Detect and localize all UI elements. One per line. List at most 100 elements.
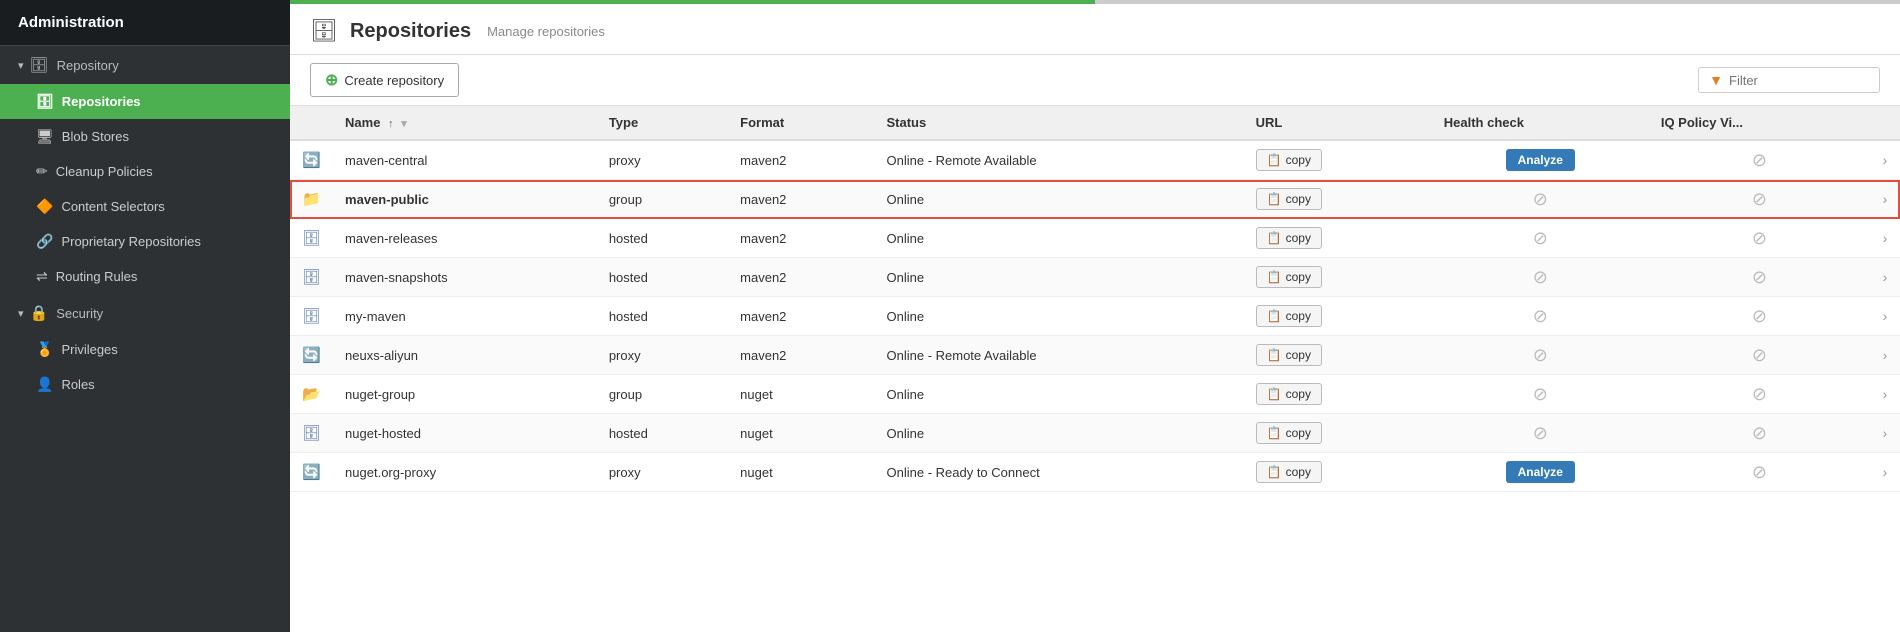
- col-header-name[interactable]: Name ↑ ▾: [333, 106, 597, 140]
- row-health-cell[interactable]: Analyze: [1432, 453, 1649, 492]
- row-name-cell[interactable]: maven-snapshots: [333, 258, 597, 297]
- row-health-cell[interactable]: ⊘: [1432, 336, 1649, 375]
- row-name-cell[interactable]: maven-releases: [333, 219, 597, 258]
- row-icon-cell: 🔄: [290, 336, 333, 375]
- row-status-cell: Online: [875, 219, 1244, 258]
- sidebar-section-security[interactable]: ▾ 🔒 Security: [0, 294, 290, 332]
- copy-url-button[interactable]: 📋 copy: [1256, 305, 1322, 327]
- sidebar-item-routing-rules[interactable]: ⇌ Routing Rules: [0, 259, 290, 294]
- row-url-cell[interactable]: 📋 copy: [1244, 140, 1432, 180]
- row-type-cell: group: [597, 180, 728, 219]
- row-format-cell: nuget: [728, 453, 874, 492]
- row-url-cell[interactable]: 📋 copy: [1244, 414, 1432, 453]
- row-expand-icon[interactable]: ›: [1883, 152, 1888, 168]
- col-header-type: Type: [597, 106, 728, 140]
- row-actions-cell[interactable]: ›: [1870, 140, 1900, 180]
- row-actions-cell[interactable]: ›: [1870, 219, 1900, 258]
- row-actions-cell[interactable]: ›: [1870, 258, 1900, 297]
- row-health-cell[interactable]: ⊘: [1432, 414, 1649, 453]
- table-row[interactable]: 🗄 my-maven hosted maven2 Online 📋 copy ⊘…: [290, 297, 1900, 336]
- sidebar-item-privileges[interactable]: 🏅 Privileges: [0, 332, 290, 367]
- row-iq-cell: ⊘: [1649, 219, 1870, 258]
- row-expand-icon[interactable]: ›: [1883, 269, 1888, 285]
- table-row[interactable]: 🔄 maven-central proxy maven2 Online - Re…: [290, 140, 1900, 180]
- row-health-cell[interactable]: ⊘: [1432, 297, 1649, 336]
- iq-disabled-icon: ⊘: [1752, 189, 1767, 209]
- row-health-cell[interactable]: ⊘: [1432, 258, 1649, 297]
- copy-label: copy: [1286, 270, 1311, 284]
- sidebar-item-proprietary-repositories[interactable]: 🔗 Proprietary Repositories: [0, 224, 290, 259]
- row-url-cell[interactable]: 📋 copy: [1244, 336, 1432, 375]
- row-status-cell: Online: [875, 258, 1244, 297]
- row-health-cell[interactable]: ⊘: [1432, 219, 1649, 258]
- iq-disabled-icon: ⊘: [1752, 384, 1767, 404]
- row-expand-icon[interactable]: ›: [1883, 425, 1888, 441]
- row-name-cell[interactable]: nuget-group: [333, 375, 597, 414]
- row-expand-icon[interactable]: ›: [1883, 386, 1888, 402]
- row-health-cell[interactable]: ⊘: [1432, 180, 1649, 219]
- copy-url-button[interactable]: 📋 copy: [1256, 188, 1322, 210]
- row-format-cell: maven2: [728, 219, 874, 258]
- table-row[interactable]: 🗄 maven-snapshots hosted maven2 Online 📋…: [290, 258, 1900, 297]
- filter-input[interactable]: [1729, 73, 1869, 88]
- sort-asc-icon: ↑: [388, 118, 394, 130]
- copy-icon: 📋: [1267, 153, 1282, 167]
- table-row[interactable]: 📁 maven-public group maven2 Online 📋 cop…: [290, 180, 1900, 219]
- table-header-row: Name ↑ ▾ Type Format Status URL Health c…: [290, 106, 1900, 140]
- table-row[interactable]: 🔄 nuget.org-proxy proxy nuget Online - R…: [290, 453, 1900, 492]
- row-url-cell[interactable]: 📋 copy: [1244, 453, 1432, 492]
- row-expand-icon[interactable]: ›: [1883, 347, 1888, 363]
- sidebar-item-repositories[interactable]: 🗄 Repositories: [0, 84, 290, 119]
- sidebar-item-content-selectors[interactable]: 🔶 Content Selectors: [0, 189, 290, 224]
- row-expand-icon[interactable]: ›: [1883, 308, 1888, 324]
- copy-url-button[interactable]: 📋 copy: [1256, 422, 1322, 444]
- row-url-cell[interactable]: 📋 copy: [1244, 375, 1432, 414]
- row-actions-cell[interactable]: ›: [1870, 453, 1900, 492]
- row-url-cell[interactable]: 📋 copy: [1244, 180, 1432, 219]
- row-expand-icon[interactable]: ›: [1883, 230, 1888, 246]
- table-row[interactable]: 📂 nuget-group group nuget Online 📋 copy …: [290, 375, 1900, 414]
- create-repository-button[interactable]: ⊕ Create repository: [310, 63, 459, 97]
- row-name-cell[interactable]: nuget.org-proxy: [333, 453, 597, 492]
- sidebar-item-blob-stores[interactable]: 🖥 Blob Stores: [0, 119, 290, 154]
- row-name-cell[interactable]: my-maven: [333, 297, 597, 336]
- sidebar-section-repository[interactable]: ▾ 🗄 Repository: [0, 46, 290, 84]
- content-selectors-icon: 🔶: [36, 198, 53, 215]
- copy-url-button[interactable]: 📋 copy: [1256, 149, 1322, 171]
- row-name-cell[interactable]: neuxs-aliyun: [333, 336, 597, 375]
- row-actions-cell[interactable]: ›: [1870, 336, 1900, 375]
- row-url-cell[interactable]: 📋 copy: [1244, 219, 1432, 258]
- row-health-cell[interactable]: ⊘: [1432, 375, 1649, 414]
- row-url-cell[interactable]: 📋 copy: [1244, 297, 1432, 336]
- copy-icon: 📋: [1267, 465, 1282, 479]
- row-actions-cell[interactable]: ›: [1870, 180, 1900, 219]
- sidebar-item-roles[interactable]: 👤 Roles: [0, 367, 290, 402]
- row-actions-cell[interactable]: ›: [1870, 297, 1900, 336]
- table-row[interactable]: 🔄 neuxs-aliyun proxy maven2 Online - Rem…: [290, 336, 1900, 375]
- analyze-button[interactable]: Analyze: [1506, 149, 1575, 171]
- analyze-button[interactable]: Analyze: [1506, 461, 1575, 483]
- row-name-cell[interactable]: maven-central: [333, 140, 597, 180]
- copy-url-button[interactable]: 📋 copy: [1256, 266, 1322, 288]
- col-name-filter-icon[interactable]: ▾: [401, 118, 407, 130]
- row-icon-cell: 🔄: [290, 453, 333, 492]
- col-header-format: Format: [728, 106, 874, 140]
- row-expand-icon[interactable]: ›: [1883, 191, 1888, 207]
- sidebar-item-cleanup-policies[interactable]: ✏ Cleanup Policies: [0, 154, 290, 189]
- row-expand-icon[interactable]: ›: [1883, 464, 1888, 480]
- table-row[interactable]: 🗄 nuget-hosted hosted nuget Online 📋 cop…: [290, 414, 1900, 453]
- row-format-cell: maven2: [728, 258, 874, 297]
- row-iq-cell: ⊘: [1649, 453, 1870, 492]
- row-actions-cell[interactable]: ›: [1870, 375, 1900, 414]
- row-actions-cell[interactable]: ›: [1870, 414, 1900, 453]
- row-url-cell[interactable]: 📋 copy: [1244, 258, 1432, 297]
- copy-url-button[interactable]: 📋 copy: [1256, 461, 1322, 483]
- filter-box[interactable]: ▼: [1698, 67, 1880, 93]
- row-name-cell[interactable]: maven-public: [333, 180, 597, 219]
- copy-url-button[interactable]: 📋 copy: [1256, 383, 1322, 405]
- row-name-cell[interactable]: nuget-hosted: [333, 414, 597, 453]
- copy-url-button[interactable]: 📋 copy: [1256, 344, 1322, 366]
- table-row[interactable]: 🗄 maven-releases hosted maven2 Online 📋 …: [290, 219, 1900, 258]
- row-health-cell[interactable]: Analyze: [1432, 140, 1649, 180]
- copy-url-button[interactable]: 📋 copy: [1256, 227, 1322, 249]
